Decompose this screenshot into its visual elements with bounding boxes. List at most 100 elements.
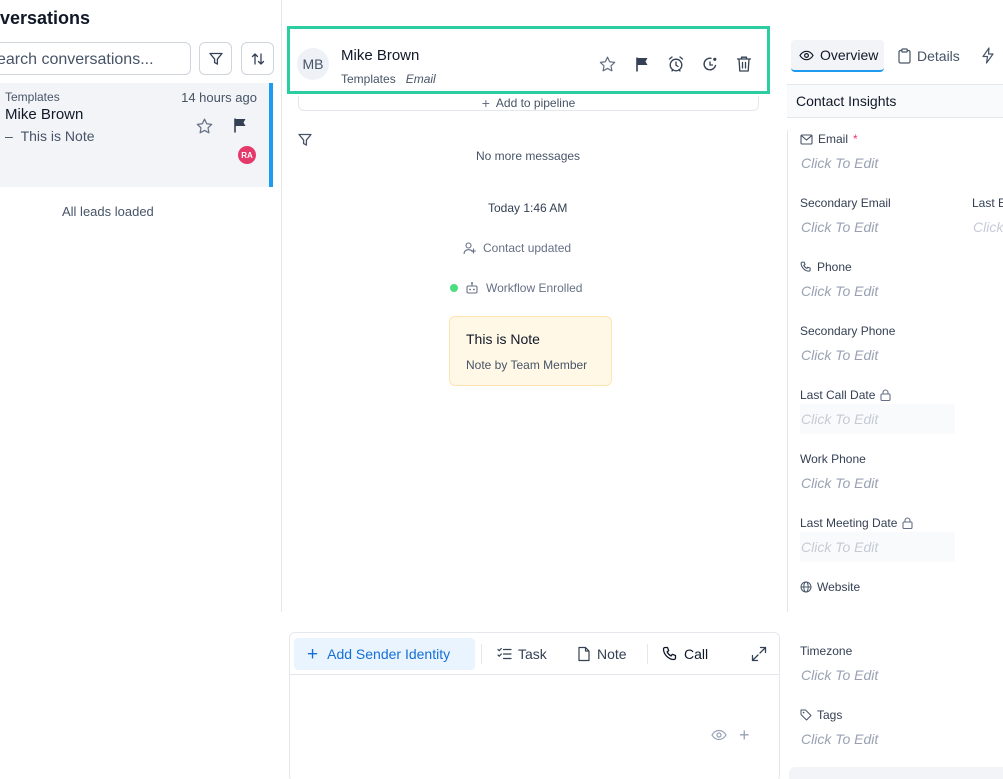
phone-label-text: Phone	[817, 260, 852, 274]
contact-name[interactable]: Mike Brown	[341, 47, 419, 64]
tags-label-text: Tags	[817, 708, 843, 722]
last-meeting-date-field: Click To Edit	[801, 539, 879, 555]
divider	[787, 130, 788, 612]
tab-automation[interactable]	[981, 47, 995, 64]
contact-subline: Templates Email	[341, 72, 436, 86]
last-call-date-label: Last Call Date	[800, 388, 891, 402]
workflow-text: Workflow Enrolled	[486, 281, 583, 295]
note-card[interactable]: This is Note Note by Team Member	[449, 316, 612, 386]
last-meeting-date-text: Last Meeting Date	[800, 516, 898, 530]
secondary-email-field[interactable]: Click To Edit	[801, 219, 878, 235]
search-placeholder: earch conversations...	[0, 51, 154, 68]
filter-button[interactable]	[199, 42, 232, 75]
header-star-button[interactable]	[598, 55, 617, 74]
user-plus-icon	[463, 242, 477, 255]
snooze-button[interactable]	[667, 55, 685, 73]
contact-updated-text: Contact updated	[483, 241, 572, 255]
mark-unread-button[interactable]	[701, 55, 719, 73]
preview-text: This is Note	[20, 128, 95, 144]
mail-icon	[800, 133, 813, 145]
email-field[interactable]: Click To Edit	[801, 155, 878, 171]
email-label: Email *	[800, 132, 858, 146]
add-sender-identity-label: Add Sender Identity	[327, 646, 451, 662]
email-label-text: Email	[818, 132, 849, 146]
status-dot	[450, 284, 458, 292]
plus-icon: +	[481, 95, 490, 111]
header-flag-button[interactable]	[634, 56, 650, 73]
contact-updated-event: Contact updated	[463, 241, 571, 255]
plus-icon: +	[307, 643, 319, 665]
last-email-field[interactable]: Click	[973, 219, 1003, 235]
tab-overview[interactable]: Overview	[791, 40, 884, 72]
star-icon	[196, 118, 213, 134]
timezone-label: Timezone	[800, 644, 853, 658]
timezone-field[interactable]: Click To Edit	[801, 667, 878, 683]
note-author: Note by Team Member	[466, 358, 588, 372]
conversation-list-panel: versations earch conversations... Templa…	[0, 0, 282, 779]
phone-icon	[800, 261, 811, 272]
note-label: Note	[597, 646, 627, 662]
trash-icon	[736, 56, 752, 72]
conversation-contact-name: Mike Brown	[5, 106, 84, 123]
last-meeting-date-label: Last Meeting Date	[800, 516, 913, 530]
contact-source: Templates	[341, 72, 396, 86]
add-sender-identity-button[interactable]: + Add Sender Identity	[294, 638, 475, 670]
expand-button[interactable]	[751, 646, 767, 662]
lightning-icon	[982, 47, 994, 64]
call-label: Call	[684, 646, 709, 662]
filter-icon	[298, 133, 312, 146]
last-call-date-text: Last Call Date	[800, 388, 876, 402]
divider	[281, 0, 282, 612]
refresh-dot-icon	[703, 57, 717, 71]
document-icon	[578, 646, 590, 662]
work-phone-label: Work Phone	[800, 452, 866, 466]
phone-label: Phone	[800, 260, 852, 274]
tab-details-label: Details	[917, 48, 960, 64]
flag-icon	[636, 57, 648, 72]
timeline-date: Today 1:46 AM	[488, 201, 568, 215]
required-marker: *	[853, 132, 858, 146]
separator	[481, 644, 482, 664]
task-tab[interactable]: Task	[497, 638, 547, 670]
note-title: This is Note	[466, 331, 540, 347]
add-to-pipeline-button[interactable]: + Add to pipeline	[298, 95, 759, 111]
conversation-time: 14 hours ago	[181, 90, 257, 105]
dash-icon: –	[5, 128, 21, 144]
no-more-messages: No more messages	[476, 149, 581, 163]
robot-icon	[466, 282, 478, 294]
website-label-text: Website	[817, 580, 861, 594]
tags-label: Tags	[800, 708, 842, 722]
sort-button[interactable]	[241, 42, 274, 75]
flag-button[interactable]	[232, 117, 248, 134]
tab-details[interactable]: Details	[898, 40, 960, 72]
star-button[interactable]	[195, 117, 214, 136]
task-label: Task	[518, 646, 547, 662]
secondary-phone-label: Secondary Phone	[800, 324, 896, 338]
separator	[647, 644, 648, 664]
secondary-phone-field[interactable]: Click To Edit	[801, 347, 878, 363]
assignee-avatar: RA	[238, 146, 256, 164]
tags-field[interactable]: Click To Edit	[801, 731, 878, 747]
lock-icon	[902, 517, 913, 529]
contact-insights-title: Contact Insights	[796, 93, 897, 109]
panel-title: versations	[0, 8, 91, 28]
tag-icon	[800, 709, 812, 721]
timeline-filter-button[interactable]	[297, 132, 313, 148]
alarm-clock-icon	[668, 56, 684, 72]
add-to-pipeline-label: Add to pipeline	[495, 96, 576, 110]
lock-icon	[880, 389, 891, 401]
contact-avatar: MB	[297, 48, 329, 80]
phone-field[interactable]: Click To Edit	[801, 283, 878, 299]
work-phone-field[interactable]: Click To Edit	[801, 475, 878, 491]
filter-icon	[208, 52, 223, 65]
note-tab[interactable]: Note	[577, 638, 627, 670]
call-tab[interactable]: Call	[662, 638, 708, 670]
delete-button[interactable]	[736, 55, 752, 73]
preview-toggle[interactable]	[711, 728, 727, 742]
search-input[interactable]: earch conversations...	[0, 42, 191, 75]
all-leads-loaded-text: All leads loaded	[62, 204, 154, 219]
plus-icon[interactable]: +	[739, 726, 750, 744]
phone-icon	[662, 646, 677, 661]
workflow-event: Workflow Enrolled	[450, 281, 582, 295]
conversation-item[interactable]: Templates 14 hours ago Mike Brown – This…	[0, 83, 273, 187]
